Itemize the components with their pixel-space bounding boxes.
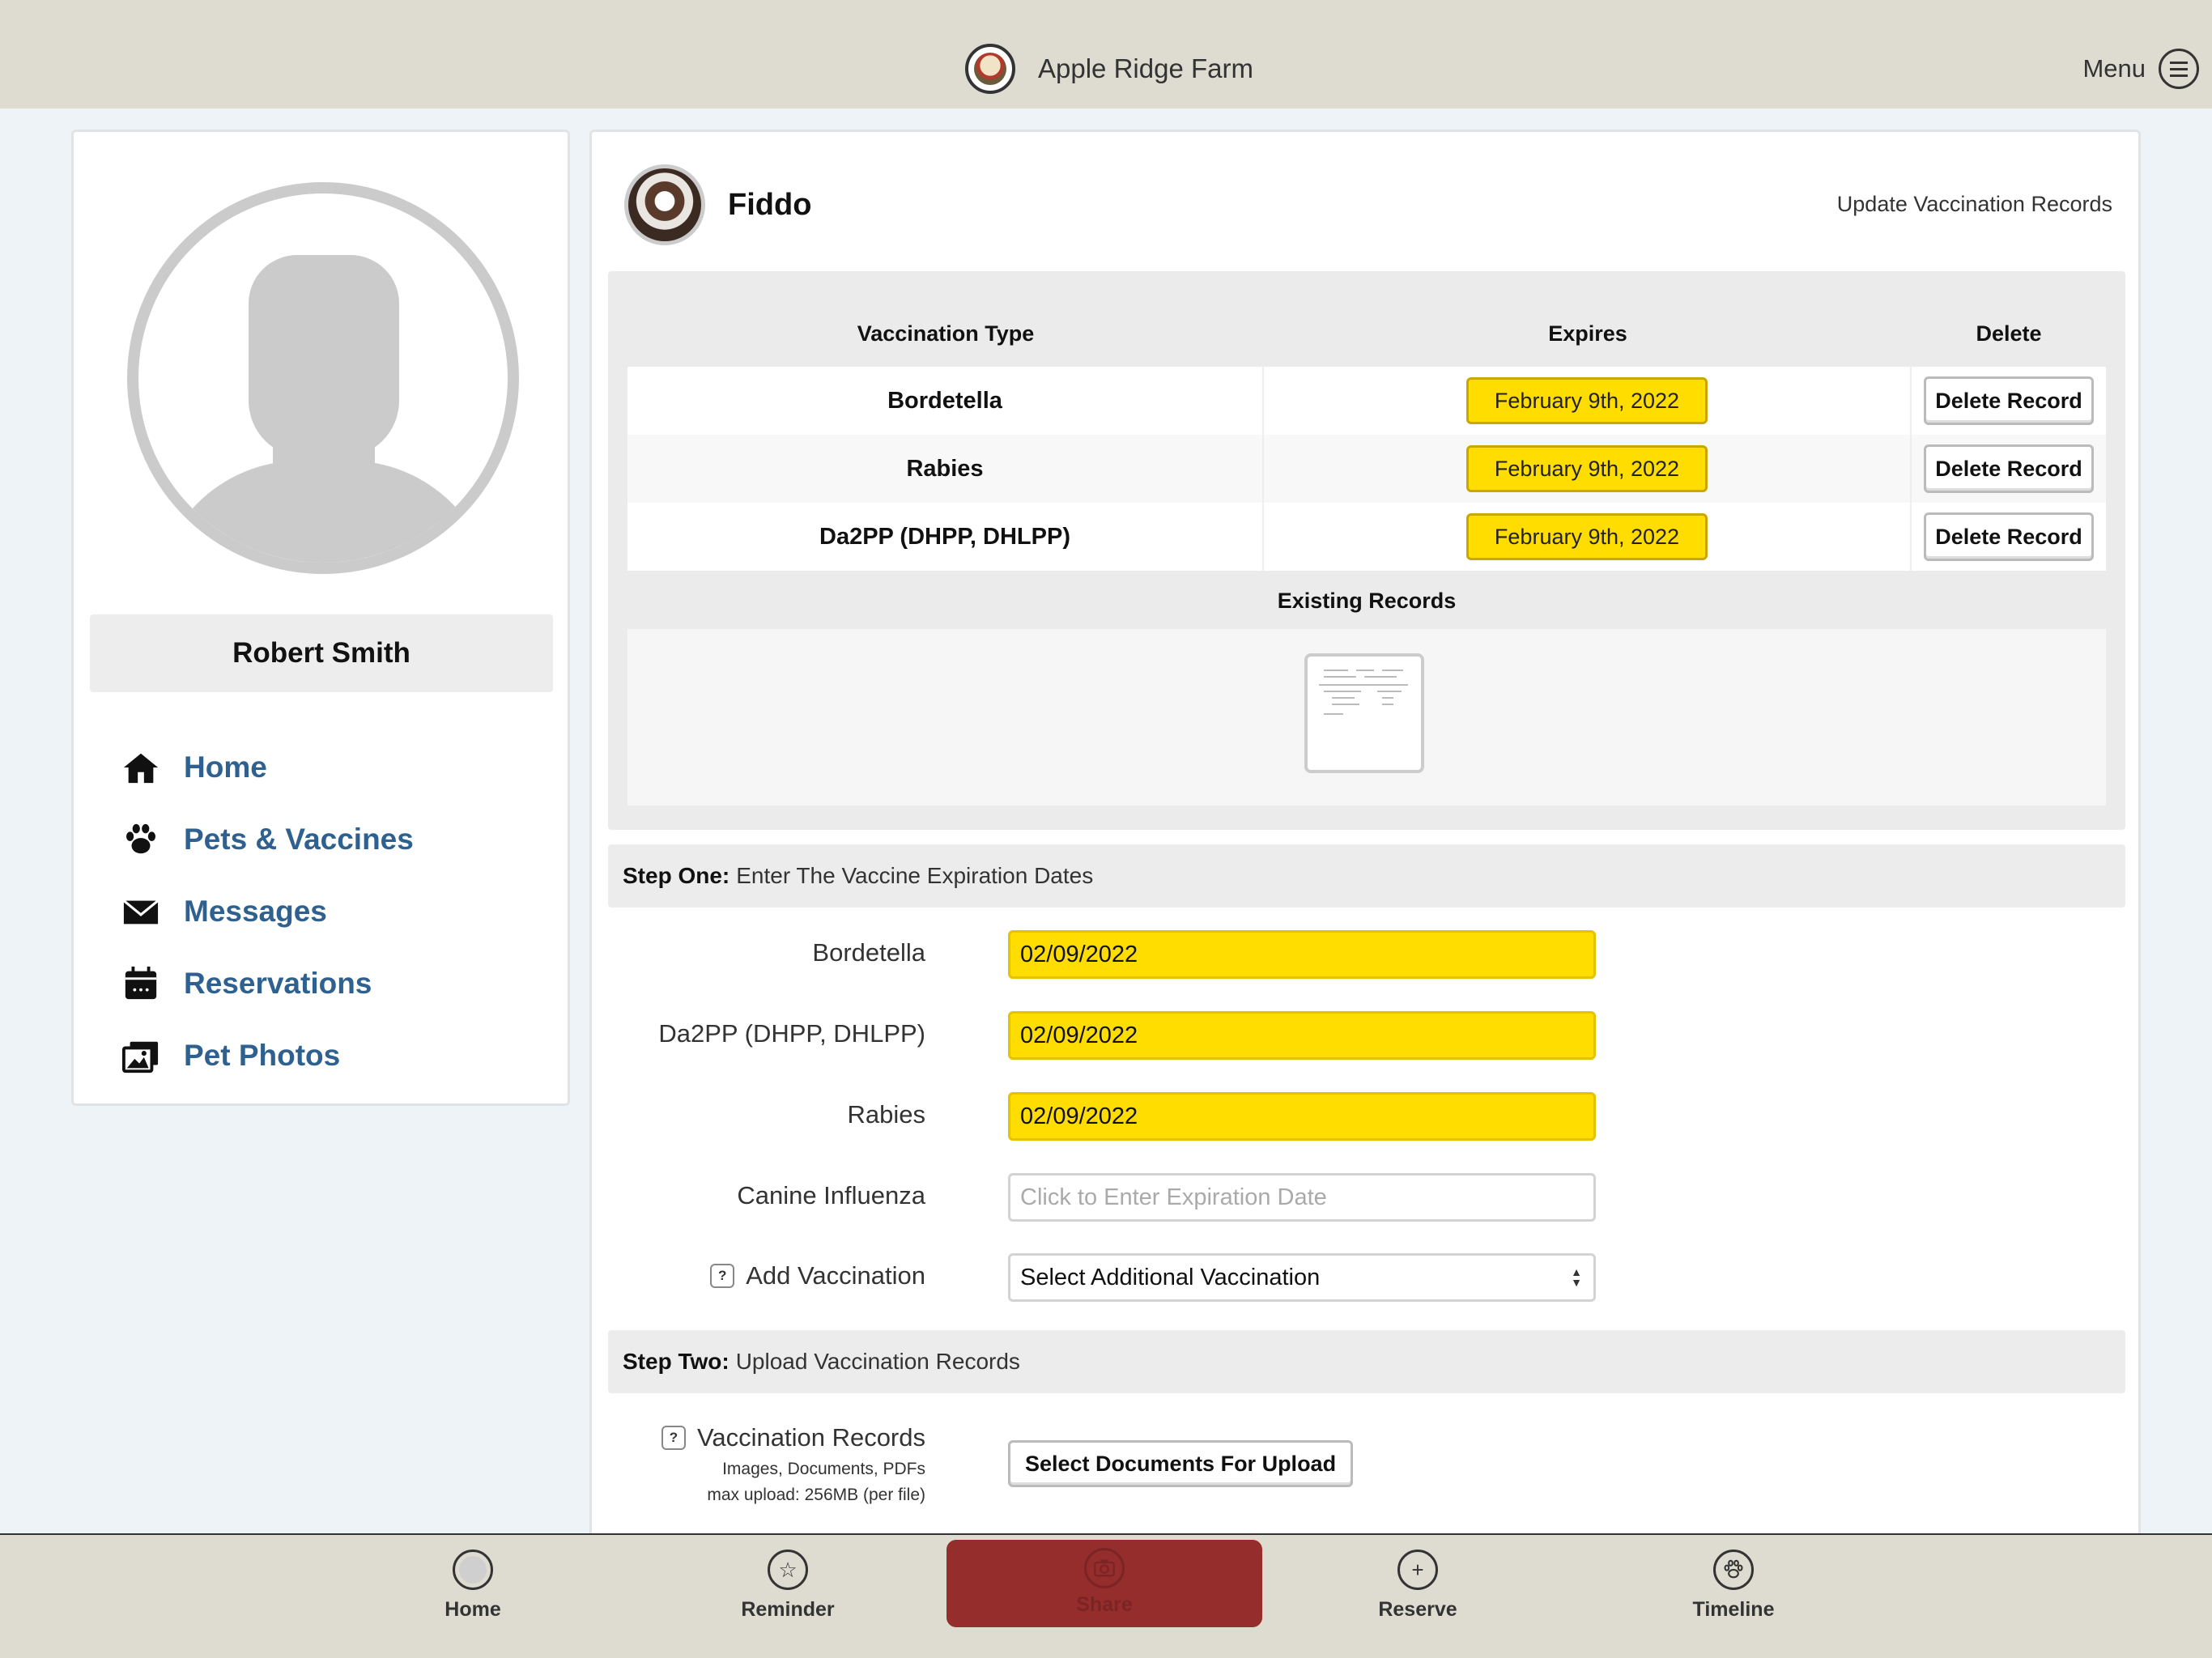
column-header-expires: Expires xyxy=(1548,321,1627,346)
field-row-add-vaccination: ? Add Vaccination Select Additional Vacc… xyxy=(592,1250,2130,1302)
tab-label: Home xyxy=(445,1598,501,1621)
table-row: Rabies February 9th, 2022 Delete Record xyxy=(627,435,2106,503)
vaccination-records-table: Vaccination Type Expires Delete Bordetel… xyxy=(608,271,2125,830)
main-card: Fiddo Update Vaccination Records Vaccina… xyxy=(589,130,2141,1538)
tab-timeline[interactable]: Timeline xyxy=(1576,1535,1891,1658)
step-one-text: Enter The Vaccine Expiration Dates xyxy=(736,863,1094,888)
pet-name: Fiddo xyxy=(728,187,812,222)
sidebar-item-home[interactable]: Home xyxy=(121,731,414,803)
expiration-date: February 9th, 2022 xyxy=(1466,445,1708,492)
tab-share[interactable]: Share xyxy=(946,1540,1262,1627)
delete-record-button[interactable]: Delete Record xyxy=(1924,512,2094,561)
step-one-header: Step One: Enter The Vaccine Expiration D… xyxy=(608,844,2125,908)
sidebar-nav: Home Pets & Vaccines Messages Reservatio… xyxy=(121,731,414,1091)
upload-hint-types: Images, Documents, PDFs xyxy=(722,1460,925,1478)
field-label: Rabies xyxy=(847,1100,926,1129)
profile-name: Robert Smith xyxy=(90,614,553,692)
menu-label: Menu xyxy=(2082,54,2146,83)
brand[interactable]: Apple Ridge Farm xyxy=(965,44,1253,94)
tab-reserve[interactable]: + Reserve xyxy=(1260,1535,1576,1658)
vaccine-type: Da2PP (DHPP, DHLPP) xyxy=(627,503,1264,571)
column-header-type: Vaccination Type xyxy=(857,321,1035,346)
add-vaccination-select[interactable]: Select Additional Vaccination ▲ ▼ xyxy=(1008,1253,1596,1302)
field-label: Vaccination Records xyxy=(696,1423,925,1452)
paw-circle-icon xyxy=(1713,1550,1754,1590)
tab-label: Reminder xyxy=(741,1598,835,1621)
step-two-text: Upload Vaccination Records xyxy=(735,1349,1020,1374)
sidebar-item-label: Messages xyxy=(184,894,327,928)
menu-button[interactable]: Menu xyxy=(2082,49,2199,89)
envelope-icon xyxy=(121,891,161,932)
add-vaccination-label: ? Add Vaccination xyxy=(710,1250,925,1302)
sidebar-item-label: Pet Photos xyxy=(184,1038,341,1072)
sidebar-item-pet-photos[interactable]: Pet Photos xyxy=(121,1019,414,1091)
field-row-canine-influenza: Canine Influenza xyxy=(592,1170,2130,1222)
paw-icon xyxy=(121,819,161,860)
sidebar-item-label: Home xyxy=(184,750,267,784)
select-arrows-icon: ▲ ▼ xyxy=(1571,1265,1582,1289)
tab-reminder[interactable]: ☆ Reminder xyxy=(630,1535,946,1658)
delete-record-button[interactable]: Delete Record xyxy=(1924,376,2094,425)
hamburger-icon xyxy=(2159,49,2199,89)
field-label: Add Vaccination xyxy=(746,1261,925,1290)
star-icon: ☆ xyxy=(768,1550,808,1590)
home-icon xyxy=(121,747,161,788)
bottom-tab-bar: Home ☆ Reminder Share + Reserve Timeline xyxy=(0,1533,2212,1658)
plus-icon: + xyxy=(1397,1550,1438,1590)
field-label: Da2PP (DHPP, DHLPP) xyxy=(658,1019,925,1048)
document-thumbnail[interactable] xyxy=(1304,653,1424,773)
field-row-rabies: Rabies xyxy=(592,1089,2130,1141)
profile-card: Robert Smith Home Pets & Vaccines Messag… xyxy=(71,130,570,1106)
brand-name: Apple Ridge Farm xyxy=(1038,53,1253,83)
avatar xyxy=(127,182,519,574)
bordetella-date-input[interactable] xyxy=(1008,930,1596,979)
field-label: Bordetella xyxy=(812,938,925,967)
photos-icon xyxy=(121,1035,161,1076)
sidebar-item-label: Pets & Vaccines xyxy=(184,822,414,856)
update-vaccination-records-link[interactable]: Update Vaccination Records xyxy=(1837,192,2112,217)
tab-home[interactable]: Home xyxy=(315,1535,631,1658)
vaccine-type: Bordetella xyxy=(627,367,1264,435)
home-circle-icon xyxy=(453,1550,493,1590)
tab-label: Share xyxy=(1076,1593,1133,1616)
sidebar-item-messages[interactable]: Messages xyxy=(121,875,414,947)
delete-record-button[interactable]: Delete Record xyxy=(1924,444,2094,493)
sidebar-item-reservations[interactable]: Reservations xyxy=(121,947,414,1019)
field-row-vaccination-records: ? Vaccination Records Images, Documents,… xyxy=(592,1419,2130,1524)
farm-logo-icon xyxy=(965,44,1015,94)
da2pp-date-input[interactable] xyxy=(1008,1011,1596,1060)
pet-avatar xyxy=(624,164,705,245)
select-documents-button[interactable]: Select Documents For Upload xyxy=(1008,1440,1354,1487)
pet-header: Fiddo xyxy=(624,164,811,245)
select-value: Select Additional Vaccination xyxy=(1020,1264,1321,1290)
rabies-date-input[interactable] xyxy=(1008,1092,1596,1141)
existing-records-title: Existing Records xyxy=(1277,589,1457,613)
step-two-header: Step Two: Upload Vaccination Records xyxy=(608,1330,2125,1393)
sidebar-item-label: Reservations xyxy=(184,966,372,1000)
calendar-icon xyxy=(121,963,161,1004)
table-row: Da2PP (DHPP, DHLPP) February 9th, 2022 D… xyxy=(627,503,2106,571)
step-two-bold: Step Two: xyxy=(623,1349,730,1374)
existing-records-box xyxy=(627,629,2106,806)
sidebar-item-pets-vaccines[interactable]: Pets & Vaccines xyxy=(121,803,414,875)
tab-label: Reserve xyxy=(1378,1598,1457,1621)
field-row-bordetella: Bordetella xyxy=(592,927,2130,979)
upload-hint-size: max upload: 256MB (per file) xyxy=(707,1486,925,1504)
column-header-delete: Delete xyxy=(1976,321,2042,346)
expiration-date: February 9th, 2022 xyxy=(1466,513,1708,560)
field-label: Canine Influenza xyxy=(737,1181,925,1209)
vaccine-type: Rabies xyxy=(627,435,1264,503)
help-icon[interactable]: ? xyxy=(710,1264,735,1288)
field-row-da2pp: Da2PP (DHPP, DHLPP) xyxy=(592,1008,2130,1060)
top-bar: Apple Ridge Farm Menu xyxy=(0,0,2212,108)
table-row: Bordetella February 9th, 2022 Delete Rec… xyxy=(627,367,2106,435)
expiration-date: February 9th, 2022 xyxy=(1466,377,1708,424)
tab-label: Timeline xyxy=(1692,1598,1775,1621)
vaccination-records-label: ? Vaccination Records xyxy=(661,1419,925,1456)
canine-influenza-date-input[interactable] xyxy=(1008,1173,1596,1222)
camera-icon xyxy=(1084,1548,1125,1588)
step-one-bold: Step One: xyxy=(623,863,730,888)
help-icon[interactable]: ? xyxy=(661,1426,686,1450)
